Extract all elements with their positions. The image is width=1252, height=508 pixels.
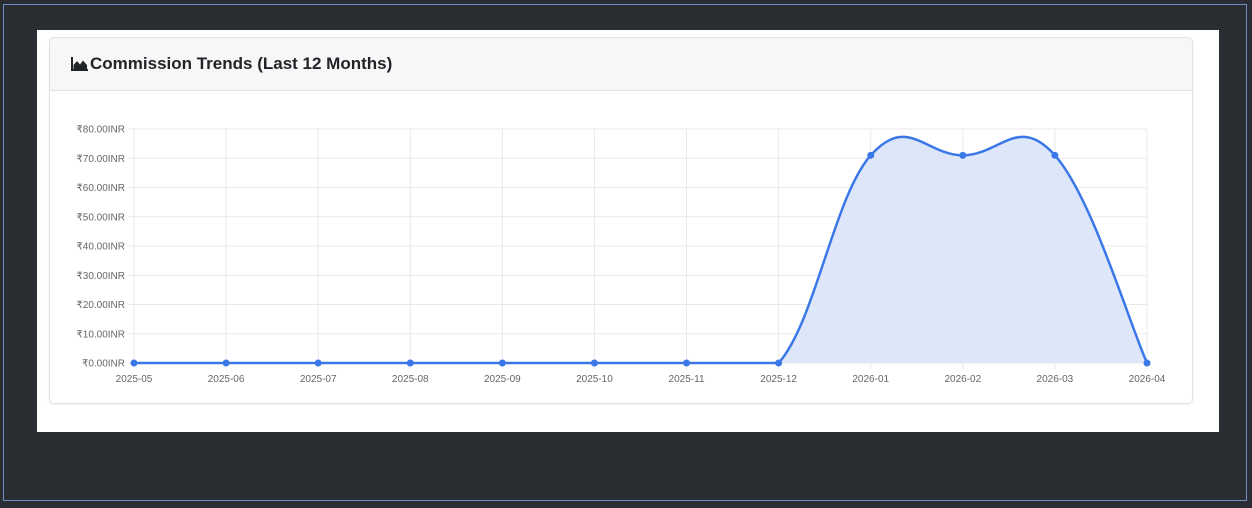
y-tick-label: ₹80.00INR [76, 125, 125, 136]
data-point [222, 359, 230, 367]
x-tick-label: 2026-02 [944, 374, 981, 385]
y-tick-label: ₹60.00INR [76, 183, 125, 194]
data-point [406, 359, 414, 367]
data-point [1143, 359, 1151, 367]
series-area-fill [134, 136, 1147, 363]
data-point [683, 359, 691, 367]
y-tick-label: ₹50.00INR [76, 212, 125, 223]
data-point [314, 359, 322, 367]
dashboard-page: Commission Trends (Last 12 Months) ₹0.00… [37, 30, 1219, 432]
y-tick-label: ₹0.00INR [82, 359, 125, 370]
x-tick-label: 2026-01 [852, 374, 889, 385]
data-point [130, 359, 138, 367]
x-tick-label: 2025-05 [116, 374, 153, 385]
x-tick-label: 2025-08 [392, 374, 429, 385]
y-tick-label: ₹70.00INR [76, 154, 125, 165]
card-title: Commission Trends (Last 12 Months) [90, 54, 393, 73]
commission-trends-card: Commission Trends (Last 12 Months) ₹0.00… [49, 37, 1193, 404]
x-tick-label: 2025-07 [300, 374, 337, 385]
x-tick-label: 2025-12 [760, 374, 797, 385]
x-tick-label: 2026-03 [1037, 374, 1074, 385]
data-point [590, 359, 598, 367]
x-tick-label: 2025-09 [484, 374, 521, 385]
area-chart-icon [71, 57, 89, 71]
data-point [1051, 151, 1059, 159]
data-point [498, 359, 506, 367]
data-point [959, 151, 967, 159]
data-point [867, 151, 875, 159]
x-tick-label: 2025-11 [669, 374, 705, 385]
card-header: Commission Trends (Last 12 Months) [50, 38, 1192, 91]
y-tick-label: ₹40.00INR [76, 242, 125, 253]
x-tick-label: 2026-04 [1129, 374, 1166, 385]
y-tick-label: ₹30.00INR [76, 271, 125, 282]
y-tick-label: ₹10.00INR [76, 329, 125, 340]
x-tick-label: 2025-10 [576, 374, 613, 385]
chart-area: ₹0.00INR ₹10.00INR ₹20.00INR ₹30.00INR ₹40.0… [50, 92, 1192, 403]
commission-trend-chart: ₹0.00INR ₹10.00INR ₹20.00INR ₹30.00INR ₹40.0… [76, 125, 1166, 386]
x-tick-label: 2025-06 [208, 374, 245, 385]
y-tick-label: ₹20.00INR [76, 300, 125, 311]
data-point [775, 359, 783, 367]
